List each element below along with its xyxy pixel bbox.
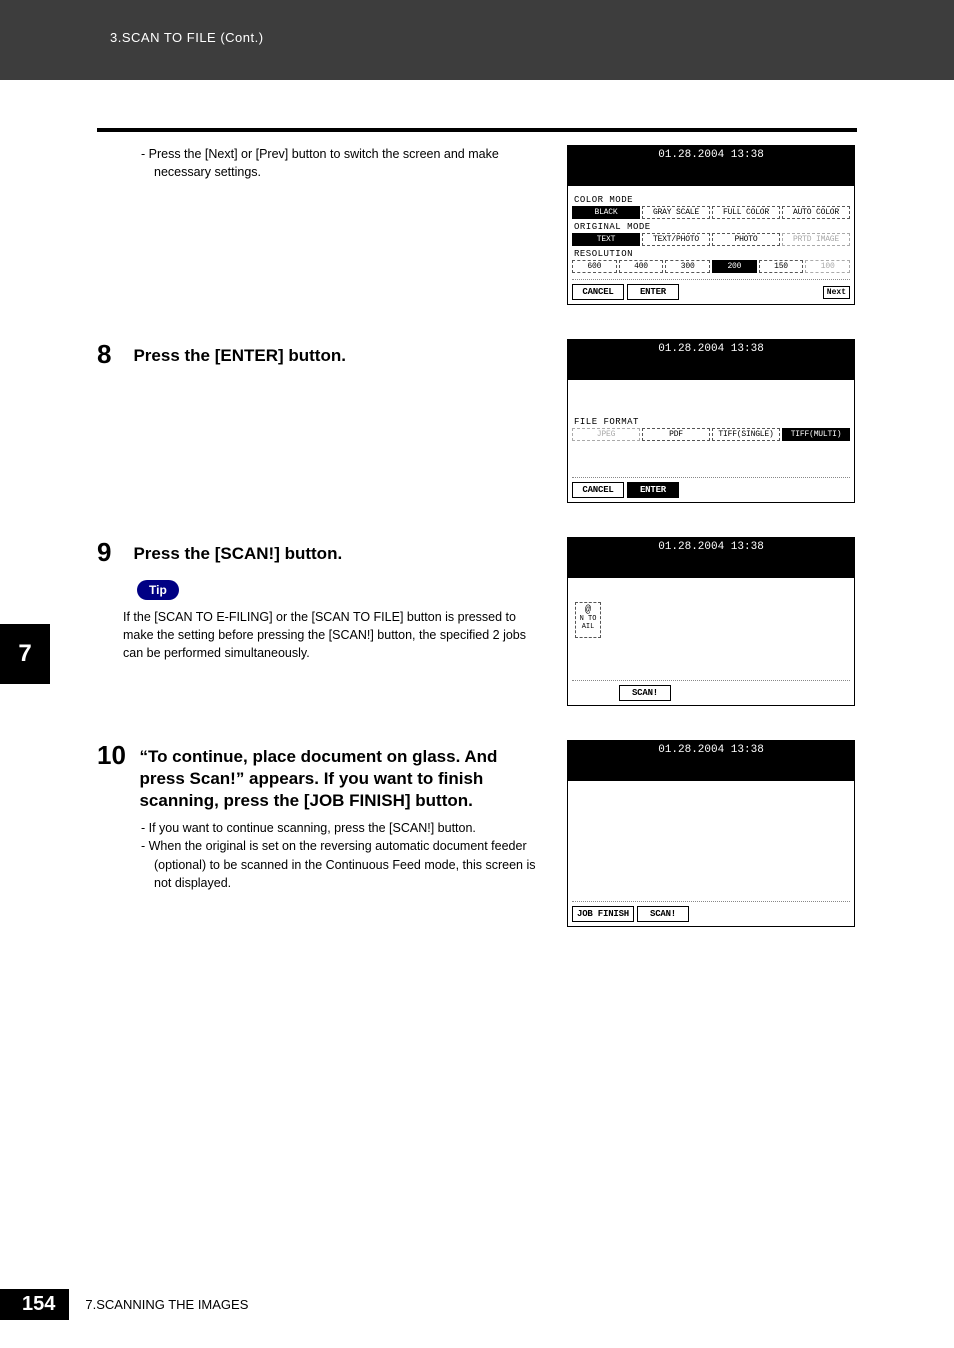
label-file-format: FILE FORMAT xyxy=(574,417,850,427)
opt-jpeg: JPEG xyxy=(572,428,640,441)
opt-tiff-multi[interactable]: TIFF(MULTI) xyxy=(782,428,850,441)
footer-chapter: 7.SCANNING THE IMAGES xyxy=(85,1297,248,1312)
cancel-button[interactable]: CANCEL xyxy=(572,482,624,498)
opt-150[interactable]: 150 xyxy=(759,260,804,273)
opt-200[interactable]: 200 xyxy=(712,260,757,273)
breadcrumb: 3.SCAN TO FILE (Cont.) xyxy=(110,30,264,45)
opt-photo[interactable]: PHOTO xyxy=(712,233,780,246)
step-number: 10 xyxy=(97,740,135,771)
bullet: - When the original is set on the revers… xyxy=(141,837,547,891)
screen-timestamp: 01.28.2004 13:38 xyxy=(568,741,854,781)
mail-destination-icon[interactable]: N TO AIL xyxy=(575,602,601,638)
bullet: - If you want to continue scanning, pres… xyxy=(141,819,547,837)
page-footer: 154 7.SCANNING THE IMAGES xyxy=(0,1289,248,1320)
step-number: 8 xyxy=(97,339,129,370)
chapter-side-tab: 7 xyxy=(0,624,50,684)
screen-color-mode: 01.28.2004 13:38 COLOR MODE BLACK GRAY S… xyxy=(567,145,855,305)
opt-pdf[interactable]: PDF xyxy=(642,428,710,441)
step-title: Press the [ENTER] button. xyxy=(133,339,533,367)
opt-300[interactable]: 300 xyxy=(665,260,710,273)
opt-600[interactable]: 600 xyxy=(572,260,617,273)
opt-text[interactable]: TEXT xyxy=(572,233,640,246)
opt-gray-scale[interactable]: GRAY SCALE xyxy=(642,206,710,219)
scan-button[interactable]: SCAN! xyxy=(637,906,689,922)
opt-400[interactable]: 400 xyxy=(619,260,664,273)
page-number: 154 xyxy=(0,1289,69,1320)
page-header: 3.SCAN TO FILE (Cont.) xyxy=(0,0,954,80)
opt-100: 100 xyxy=(805,260,850,273)
bullet-list: - Press the [Next] or [Prev] button to s… xyxy=(141,145,547,181)
step-title: Press the [SCAN!] button. xyxy=(133,537,533,565)
opt-auto-color[interactable]: AUTO COLOR xyxy=(782,206,850,219)
opt-black[interactable]: BLACK xyxy=(572,206,640,219)
job-finish-button[interactable]: JOB FINISH xyxy=(572,906,634,922)
label-original-mode: ORIGINAL MODE xyxy=(574,222,850,232)
tip-text: If the [SCAN TO E-FILING] or the [SCAN T… xyxy=(123,608,543,662)
step-title: “To continue, place document on glass. A… xyxy=(139,740,531,811)
screen-timestamp: 01.28.2004 13:38 xyxy=(568,146,854,186)
screen-file-format: 01.28.2004 13:38 FILE FORMAT JPEG PDF TI… xyxy=(567,339,855,503)
opt-tiff-single[interactable]: TIFF(SINGLE) xyxy=(712,428,780,441)
opt-full-color[interactable]: FULL COLOR xyxy=(712,206,780,219)
bullet: - Press the [Next] or [Prev] button to s… xyxy=(141,145,547,181)
step-number: 9 xyxy=(97,537,129,568)
rule xyxy=(97,128,857,132)
next-button[interactable]: Next xyxy=(823,286,850,299)
screen-timestamp: 01.28.2004 13:38 xyxy=(568,538,854,578)
content: - Press the [Next] or [Prev] button to s… xyxy=(97,145,857,961)
label-resolution: RESOLUTION xyxy=(574,249,850,259)
tip-badge: Tip xyxy=(137,580,179,600)
screen-jobfinish: 01.28.2004 13:38 JOB FINISH SCAN! xyxy=(567,740,855,927)
enter-button[interactable]: ENTER xyxy=(627,284,679,300)
enter-button[interactable]: ENTER xyxy=(627,482,679,498)
bullet-list: - If you want to continue scanning, pres… xyxy=(141,819,547,892)
scan-button[interactable]: SCAN! xyxy=(619,685,671,701)
cancel-button[interactable]: CANCEL xyxy=(572,284,624,300)
label-color-mode: COLOR MODE xyxy=(574,195,850,205)
opt-text-photo[interactable]: TEXT/PHOTO xyxy=(642,233,710,246)
screen-timestamp: 01.28.2004 13:38 xyxy=(568,340,854,380)
opt-prtd-image: PRTD IMAGE xyxy=(782,233,850,246)
screen-scan: 01.28.2004 13:38 N TO AIL SCAN! xyxy=(567,537,855,706)
